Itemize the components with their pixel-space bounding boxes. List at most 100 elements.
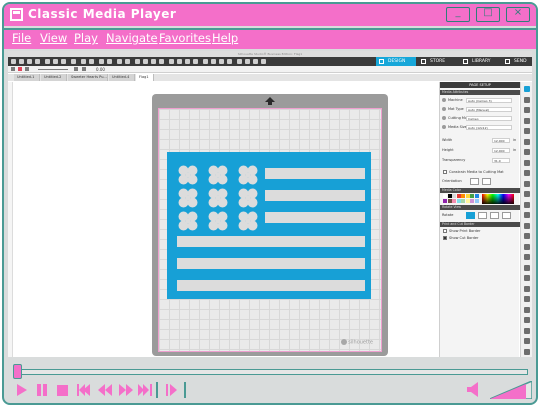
- color-swatch[interactable]: [470, 194, 474, 198]
- move-down-2-icon[interactable]: [177, 59, 182, 64]
- replicate-icon[interactable]: [237, 59, 242, 64]
- zoom-in-icon[interactable]: [135, 59, 140, 64]
- group-icon[interactable]: [117, 59, 122, 64]
- replicate-3-icon[interactable]: [253, 59, 258, 64]
- color-swatch[interactable]: [456, 194, 461, 198]
- orientation-landscape-button[interactable]: [482, 178, 491, 185]
- width-input[interactable]: 12.000: [492, 138, 510, 143]
- fast-forward-icon[interactable]: [119, 384, 133, 396]
- flag-stripe[interactable]: [265, 190, 365, 201]
- save-icon[interactable]: [27, 59, 32, 64]
- step-icon[interactable]: [166, 384, 178, 396]
- points-icon[interactable]: [74, 67, 78, 71]
- seek-bar[interactable]: [16, 369, 528, 375]
- color-swatch[interactable]: [461, 199, 465, 203]
- panel-tool-icon[interactable]: [524, 212, 530, 218]
- tab-design[interactable]: DESIGN: [376, 57, 416, 66]
- replicate-4-icon[interactable]: [261, 59, 266, 64]
- panel-tool-icon[interactable]: [524, 180, 530, 187]
- minimize-button[interactable]: _: [446, 7, 470, 22]
- panel-tool-icon[interactable]: [524, 243, 530, 250]
- panel-tool-icon[interactable]: [524, 275, 530, 281]
- align-3-icon[interactable]: [219, 59, 224, 64]
- tab-send[interactable]: SEND: [502, 57, 532, 66]
- menu-navigate[interactable]: Navigate: [106, 31, 158, 45]
- media-size-select[interactable]: Auto (12x12): [466, 125, 512, 130]
- color-swatch[interactable]: [474, 194, 479, 198]
- menu-view[interactable]: View: [40, 31, 67, 45]
- print-icon[interactable]: [35, 59, 40, 64]
- menu-help[interactable]: Help: [212, 31, 238, 45]
- flag-stripe[interactable]: [177, 236, 365, 247]
- move-down-icon[interactable]: [169, 59, 174, 64]
- flag-stripe[interactable]: [265, 168, 365, 179]
- color-swatch[interactable]: [443, 194, 447, 198]
- color-swatch[interactable]: [465, 194, 470, 198]
- machine-select[interactable]: Auto (Cameo 3): [466, 98, 512, 103]
- move-down-3-icon[interactable]: [185, 59, 190, 64]
- constrain-media-checkbox[interactable]: [443, 170, 447, 174]
- flag-design[interactable]: [167, 152, 371, 299]
- panel-tool-icon[interactable]: [524, 191, 530, 197]
- color-swatch[interactable]: [447, 199, 452, 203]
- color-swatch[interactable]: [456, 199, 461, 203]
- flag-stripe[interactable]: [177, 258, 365, 269]
- clover-shape[interactable]: [207, 210, 229, 232]
- clover-shape[interactable]: [237, 210, 259, 232]
- cutting-mat[interactable]: silhouette: [158, 108, 382, 352]
- volume-icon[interactable]: [467, 382, 479, 397]
- panel-tool-icon[interactable]: [524, 128, 530, 134]
- zoom-value[interactable]: 0.00: [96, 66, 105, 73]
- flag-stripe[interactable]: [265, 212, 365, 223]
- seek-handle[interactable]: [13, 364, 22, 379]
- tab-store[interactable]: STORE: [418, 57, 458, 66]
- menu-favorites[interactable]: Favorites: [159, 31, 211, 45]
- panel-tool-icon[interactable]: [524, 296, 530, 302]
- doc-tab-untitled-4[interactable]: Untitled-4: [109, 74, 135, 81]
- panel-tool-icon[interactable]: [524, 222, 530, 229]
- panel-tool-icon[interactable]: [524, 285, 530, 292]
- panel-tool-icon[interactable]: [524, 117, 530, 124]
- paste-icon[interactable]: [61, 59, 66, 64]
- doc-tab-flag1[interactable]: Flag1: [136, 74, 154, 81]
- points-2-icon[interactable]: [82, 67, 86, 71]
- panel-tool-icon[interactable]: [524, 317, 530, 323]
- replicate-2-icon[interactable]: [245, 59, 250, 64]
- close-button[interactable]: ×: [506, 7, 530, 22]
- tab-library[interactable]: LIBRARY: [460, 57, 500, 66]
- panel-tool-icon[interactable]: [524, 107, 530, 113]
- cut-icon[interactable]: [45, 59, 50, 64]
- panel-tool-icon[interactable]: [524, 338, 530, 344]
- flag-stripe[interactable]: [177, 280, 365, 291]
- panel-tool-icon[interactable]: [524, 159, 530, 166]
- undo-icon[interactable]: [81, 59, 86, 64]
- cutting-mat-select[interactable]: Cameo: [466, 116, 512, 121]
- doc-tab-untitled-2[interactable]: Untitled-2: [41, 74, 67, 81]
- doc-tab-untitled-1[interactable]: Untitled-1: [14, 74, 40, 81]
- doc-tab-sweeter-hearts[interactable]: Sweeter Hearts Pu...: [68, 74, 108, 81]
- rewind-icon[interactable]: [98, 384, 112, 396]
- clover-shape[interactable]: [177, 187, 199, 209]
- clover-shape[interactable]: [237, 187, 259, 209]
- zoom-fit-icon[interactable]: [151, 59, 156, 64]
- panel-tool-icon[interactable]: [524, 138, 530, 145]
- clover-shape[interactable]: [177, 164, 199, 186]
- panel-tool-icon[interactable]: [524, 201, 530, 208]
- panel-tool-icon[interactable]: [524, 170, 530, 176]
- volume-slider[interactable]: [490, 381, 532, 399]
- maximize-button[interactable]: □: [476, 7, 500, 22]
- clover-shape[interactable]: [237, 164, 259, 186]
- zoom-out-icon[interactable]: [143, 59, 148, 64]
- panel-tool-icon[interactable]: [524, 254, 530, 260]
- rotate-270-button[interactable]: [502, 212, 511, 219]
- line-width-slider[interactable]: [38, 69, 68, 70]
- rotate-0-button[interactable]: [466, 212, 475, 219]
- delete-icon[interactable]: [71, 59, 76, 64]
- clover-shape[interactable]: [207, 164, 229, 186]
- align-icon[interactable]: [203, 59, 208, 64]
- align-2-icon[interactable]: [211, 59, 216, 64]
- transparency-input[interactable]: 31.0: [492, 158, 510, 163]
- menu-file[interactable]: File: [12, 31, 31, 45]
- clover-shape[interactable]: [177, 210, 199, 232]
- color-swatch[interactable]: [452, 194, 456, 198]
